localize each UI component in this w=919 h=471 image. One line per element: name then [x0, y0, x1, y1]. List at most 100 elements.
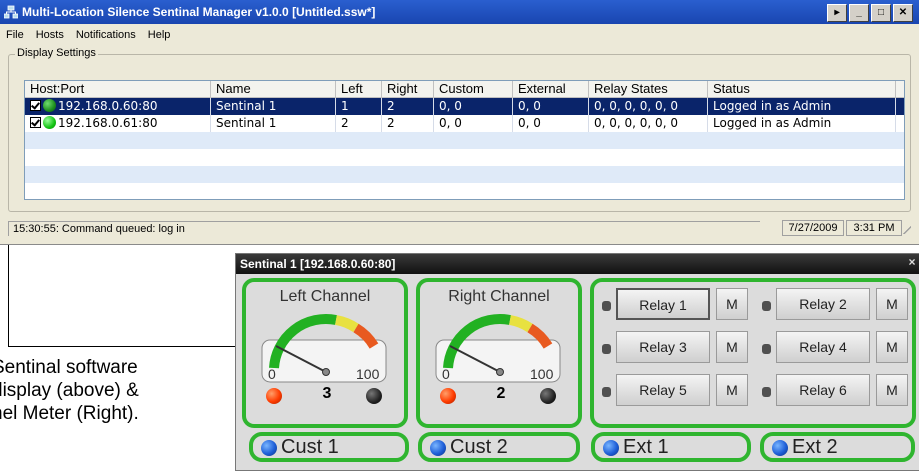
minimize-icon[interactable]: _: [849, 4, 869, 22]
input-led-icon: [261, 440, 277, 456]
empty-row: [25, 132, 904, 149]
relay-1-mode-button[interactable]: M: [716, 288, 748, 320]
left-cell: 2: [336, 115, 382, 132]
window-title: Multi-Location Silence Sentinal Manager …: [22, 5, 376, 19]
status-cell: Logged in as Admin: [708, 115, 896, 132]
caption-line: Sentinal software: [0, 357, 138, 378]
column-header[interactable]: Custom: [434, 81, 513, 97]
status-bar: 15:30:55: Command queued: log in 7/27/20…: [6, 218, 911, 238]
table-row[interactable]: 192.168.0.61:80 Sentinal 1 2 2 0, 0 0, 0…: [25, 115, 904, 132]
relay-4-mode-button[interactable]: M: [876, 331, 908, 363]
caption-line: nel Meter (Right).: [0, 403, 139, 424]
menu-bar: File Hosts Notifications Help: [0, 26, 176, 46]
external-input-1: Ext 1: [591, 432, 751, 462]
table-row[interactable]: 192.168.0.60:80 Sentinal 1 1 2 0, 0 0, 0…: [25, 98, 904, 115]
meter-title-bar[interactable]: Sentinal 1 [192.168.0.60:80] ×: [236, 254, 919, 274]
status-dot-icon: [43, 99, 56, 112]
left-channel-panel: Left Channel 0 100 3: [242, 278, 408, 428]
column-header[interactable]: Right: [382, 81, 434, 97]
custom-cell: 0, 0: [434, 98, 513, 115]
status-dot-icon: [43, 116, 56, 129]
column-header[interactable]: External: [513, 81, 589, 97]
menu-hosts[interactable]: Hosts: [30, 26, 70, 46]
group-legend: Display Settings: [15, 47, 98, 59]
relay-5-button[interactable]: Relay 5: [616, 374, 710, 406]
clip-led-icon: [440, 388, 456, 404]
menu-notifications[interactable]: Notifications: [70, 26, 142, 46]
gauge-max: 100: [356, 366, 380, 382]
channel-label: Right Channel: [448, 288, 550, 305]
relay-led-icon: [762, 344, 771, 354]
custom-cell: 0, 0: [434, 115, 513, 132]
external-cell: 0, 0: [513, 98, 589, 115]
main-window: Multi-Location Silence Sentinal Manager …: [0, 0, 919, 245]
input-label: Ext 2: [792, 436, 838, 458]
relay-6-mode-button[interactable]: M: [876, 374, 908, 406]
menu-help[interactable]: Help: [142, 26, 177, 46]
network-icon: [4, 5, 18, 19]
input-label: Cust 2: [450, 436, 508, 458]
list-header: Host:Port Name Left Right Custom Externa…: [25, 81, 904, 98]
relay-states-cell: 0, 0, 0, 0, 0, 0: [589, 98, 708, 115]
relay-2-button[interactable]: Relay 2: [776, 288, 870, 320]
empty-row: [25, 183, 904, 199]
status-date: 7/27/2009: [782, 220, 844, 236]
input-led-icon: [772, 440, 788, 456]
caption-text: Sentinal software display (above) & nel …: [0, 356, 139, 425]
relay-5-mode-button[interactable]: M: [716, 374, 748, 406]
empty-row: [25, 149, 904, 166]
menu-file[interactable]: File: [0, 26, 30, 46]
relay-1-button[interactable]: Relay 1: [616, 288, 710, 320]
gauge-min: 0: [268, 366, 276, 382]
input-label: Ext 1: [623, 436, 669, 458]
callout-line: [8, 346, 240, 347]
maximize-icon[interactable]: □: [871, 4, 891, 22]
input-led-icon: [430, 440, 446, 456]
status-message: 15:30:55: Command queued: log in: [8, 221, 760, 236]
reset-knob-icon[interactable]: [366, 388, 382, 404]
channel-label: Left Channel: [279, 288, 371, 305]
relay-led-icon: [762, 387, 771, 397]
status-time: 3:31 PM: [846, 220, 902, 236]
extra-icon[interactable]: ▸: [827, 4, 847, 22]
resize-grip-icon[interactable]: [901, 224, 911, 234]
left-cell: 1: [336, 98, 382, 115]
clip-led-icon: [266, 388, 282, 404]
row-checkbox[interactable]: [30, 100, 41, 111]
input-label: Cust 1: [281, 436, 339, 458]
relay-led-icon: [602, 387, 611, 397]
hosts-list[interactable]: Host:Port Name Left Right Custom Externa…: [24, 80, 905, 200]
peak-value: 2: [496, 385, 506, 402]
relay-3-mode-button[interactable]: M: [716, 331, 748, 363]
row-checkbox[interactable]: [30, 117, 41, 128]
column-header[interactable]: Host:Port: [25, 81, 211, 97]
column-header[interactable]: Status: [708, 81, 896, 97]
close-icon[interactable]: ✕: [893, 4, 913, 22]
column-header[interactable]: Left: [336, 81, 382, 97]
relay-2-mode-button[interactable]: M: [876, 288, 908, 320]
custom-input-1: Cust 1: [249, 432, 409, 462]
relay-6-button[interactable]: Relay 6: [776, 374, 870, 406]
gauge-min: 0: [442, 366, 450, 382]
relays-panel: Relay 1 M Relay 2 M Relay 3 M Relay 4 M …: [590, 278, 916, 428]
relay-led-icon: [602, 301, 611, 311]
empty-row: [25, 166, 904, 183]
column-header[interactable]: Name: [211, 81, 336, 97]
external-input-2: Ext 2: [760, 432, 915, 462]
relay-states-cell: 0, 0, 0, 0, 0, 0: [589, 115, 708, 132]
relay-4-button[interactable]: Relay 4: [776, 331, 870, 363]
external-cell: 0, 0: [513, 115, 589, 132]
title-bar[interactable]: Multi-Location Silence Sentinal Manager …: [0, 0, 919, 24]
name-cell: Sentinal 1: [211, 115, 336, 132]
relay-led-icon: [602, 344, 611, 354]
host-port: 192.168.0.61:80: [58, 116, 158, 130]
gauge-max: 100: [530, 366, 554, 382]
relay-3-button[interactable]: Relay 3: [616, 331, 710, 363]
reset-knob-icon[interactable]: [540, 388, 556, 404]
peak-value: 3: [322, 385, 332, 402]
relay-led-icon: [762, 301, 771, 311]
host-port: 192.168.0.60:80: [58, 99, 158, 113]
column-header[interactable]: Relay States: [589, 81, 708, 97]
right-cell: 2: [382, 98, 434, 115]
close-icon[interactable]: ×: [906, 256, 918, 268]
